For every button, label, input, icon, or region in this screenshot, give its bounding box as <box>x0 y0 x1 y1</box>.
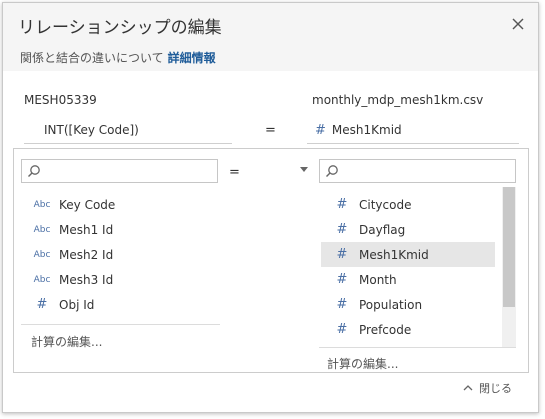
field-label: Population <box>359 297 423 312</box>
field-label: Dayflag <box>359 222 406 237</box>
list-item[interactable]: # Month <box>321 267 495 292</box>
string-type-icon: Abc <box>33 274 51 285</box>
field-label: Key Code <box>59 197 116 212</box>
left-search-input[interactable] <box>21 159 218 183</box>
left-field-label: INT([Key Code]) <box>44 123 139 137</box>
search-icon <box>326 165 338 177</box>
left-divider <box>21 324 220 325</box>
number-type-icon: # <box>336 297 348 312</box>
operator-top: = <box>265 123 276 138</box>
field-label: Month <box>359 272 397 287</box>
close-icon[interactable] <box>509 15 527 33</box>
search-icon <box>28 165 40 177</box>
list-item[interactable]: # Citycode <box>321 192 495 217</box>
number-type-icon: # <box>336 197 348 212</box>
field-label: Mesh2 Id <box>59 247 114 262</box>
scrollbar-thumb[interactable] <box>503 187 515 307</box>
field-label: Obj Id <box>59 297 95 312</box>
number-type-icon: # <box>36 297 48 312</box>
close-panel-label: 閉じる <box>479 382 512 395</box>
operator-mid: = <box>229 165 240 180</box>
number-type-icon: # <box>336 272 348 287</box>
right-field-label: Mesh1Kmid <box>331 123 402 137</box>
hash-icon: # <box>315 123 326 138</box>
list-item-selected[interactable]: # Mesh1Kmid <box>321 242 495 267</box>
left-field-list: Abc Key Code Abc Mesh1 Id Abc Mesh2 Id A… <box>21 192 220 317</box>
right-source-name: monthly_mdp_mesh1km.csv <box>312 93 484 107</box>
list-item[interactable]: # Population <box>321 292 495 317</box>
left-field-selector[interactable]: INT([Key Code]) <box>24 118 232 144</box>
number-type-icon: # <box>336 222 348 237</box>
left-source-name: MESH05339 <box>24 93 97 107</box>
right-field-list: # Citycode # Dayflag # Mesh1Kmid # Month… <box>321 192 495 342</box>
list-item[interactable]: Abc Key Code <box>21 192 220 217</box>
field-picker-panel: = Abc Key Code Abc Mesh1 Id Abc Mesh2 Id… <box>13 148 529 373</box>
dialog-subtitle: 関係と結合の違いについて 詳細情報 <box>20 49 216 66</box>
field-label: Mesh1Kmid <box>359 247 429 262</box>
right-divider <box>319 347 516 348</box>
field-label: Mesh3 Id <box>59 272 114 287</box>
list-item[interactable]: # Prefcode <box>321 317 495 342</box>
number-type-icon: # <box>336 247 348 262</box>
string-type-icon: Abc <box>33 249 51 260</box>
string-type-icon: Abc <box>33 199 51 210</box>
string-type-icon: Abc <box>33 224 51 235</box>
list-item[interactable]: Abc Mesh1 Id <box>21 217 220 242</box>
list-item[interactable]: Abc Mesh2 Id <box>21 242 220 267</box>
list-item[interactable]: # Obj Id <box>21 292 220 317</box>
list-item[interactable]: # Dayflag <box>321 217 495 242</box>
learn-more-link[interactable]: 詳細情報 <box>168 51 216 65</box>
list-item[interactable]: Abc Mesh3 Id <box>21 267 220 292</box>
field-label: Citycode <box>359 197 412 212</box>
edit-relationship-dialog: リレーションシップの編集 関係と結合の違いについて 詳細情報 MESH05339 … <box>2 2 539 413</box>
operator-dropdown-icon[interactable] <box>300 167 308 172</box>
field-label: Prefcode <box>359 322 412 337</box>
right-edit-calculation-link[interactable]: 計算の編集... <box>327 355 398 372</box>
right-list-scrollbar[interactable] <box>502 187 516 347</box>
dialog-header: リレーションシップの編集 関係と結合の違いについて 詳細情報 <box>3 3 538 71</box>
right-search-input[interactable] <box>319 159 516 183</box>
left-edit-calculation-link[interactable]: 計算の編集... <box>31 333 102 350</box>
close-panel-button[interactable]: 閉じる <box>463 380 512 396</box>
field-label: Mesh1 Id <box>59 222 114 237</box>
chevron-up-icon <box>463 385 473 391</box>
dialog-title: リレーションシップの編集 <box>18 18 222 38</box>
right-field-selector[interactable]: # Mesh1Kmid <box>307 118 519 144</box>
number-type-icon: # <box>336 322 348 337</box>
subtitle-text: 関係と結合の違いについて <box>20 51 164 65</box>
